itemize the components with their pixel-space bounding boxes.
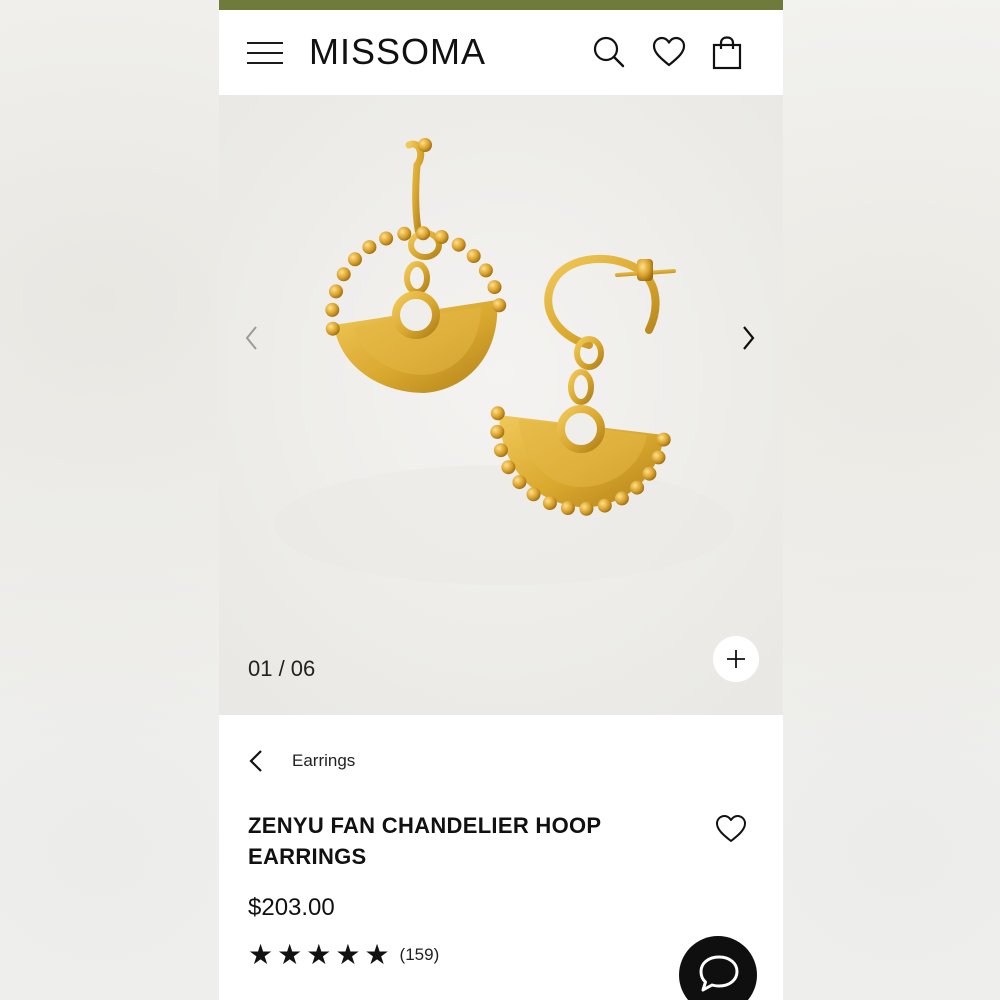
breadcrumb-label: Earrings — [292, 751, 356, 770]
heart-icon[interactable] — [652, 36, 686, 68]
bead — [451, 237, 466, 252]
bead — [492, 298, 507, 313]
chevron-left-icon — [249, 750, 262, 772]
bead — [466, 249, 481, 263]
bead — [362, 240, 377, 255]
star-icon: ★ — [248, 939, 274, 970]
bead — [542, 496, 557, 510]
bead — [348, 252, 362, 267]
chevron-right-icon[interactable] — [737, 323, 759, 353]
plus-icon — [727, 650, 745, 668]
image-counter: 01 / 06 — [248, 656, 316, 681]
bead — [614, 491, 629, 506]
announcement-bar — [219, 0, 783, 10]
chevron-left-icon[interactable] — [241, 323, 263, 353]
bead — [560, 501, 575, 515]
bead — [397, 226, 412, 241]
brand-logo[interactable]: MISSOMA — [309, 30, 486, 74]
mobile-page: MISSOMA 01 / 06 Earrings ZENYU FAN CHAND… — [219, 0, 783, 1000]
bead — [490, 406, 505, 421]
star-icon: ★ — [364, 939, 390, 970]
bead — [642, 466, 657, 481]
bead — [487, 280, 502, 295]
bead — [526, 487, 541, 502]
star-icon: ★ — [335, 939, 361, 970]
bead — [597, 498, 612, 513]
review-count[interactable]: (159) — [400, 945, 440, 965]
star-rating[interactable]: ★ ★ ★ ★ ★ (159) — [248, 940, 439, 970]
bag-icon[interactable] — [711, 36, 743, 70]
product-image-gallery[interactable]: 01 / 06 — [219, 95, 783, 715]
bead — [630, 480, 645, 495]
chat-button[interactable] — [679, 936, 757, 1000]
bead — [579, 501, 594, 516]
bead — [512, 475, 527, 490]
bead — [490, 424, 505, 439]
bead — [656, 432, 671, 447]
bead — [478, 263, 493, 278]
product-title: ZENYU FAN CHANDELIER HOOP EARRINGS — [248, 813, 602, 869]
star-icon: ★ — [306, 939, 332, 970]
bead — [336, 267, 351, 282]
product-image — [219, 95, 783, 715]
chat-bubble-icon — [699, 955, 739, 992]
product-price: $203.00 — [248, 894, 335, 921]
search-icon[interactable] — [593, 36, 625, 68]
bead — [325, 321, 340, 336]
bead — [325, 302, 340, 317]
bead — [493, 443, 508, 458]
zoom-button[interactable] — [713, 636, 759, 682]
site-header: MISSOMA — [219, 10, 783, 95]
bead — [416, 226, 431, 241]
star-icon: ★ — [277, 939, 303, 970]
bead — [651, 450, 666, 465]
bead — [329, 284, 343, 299]
wishlist-heart-icon[interactable] — [715, 814, 747, 844]
breadcrumb[interactable]: Earrings — [248, 745, 355, 777]
bead — [501, 460, 516, 475]
bead — [434, 230, 449, 244]
bead — [379, 231, 394, 246]
menu-icon[interactable] — [247, 40, 283, 66]
